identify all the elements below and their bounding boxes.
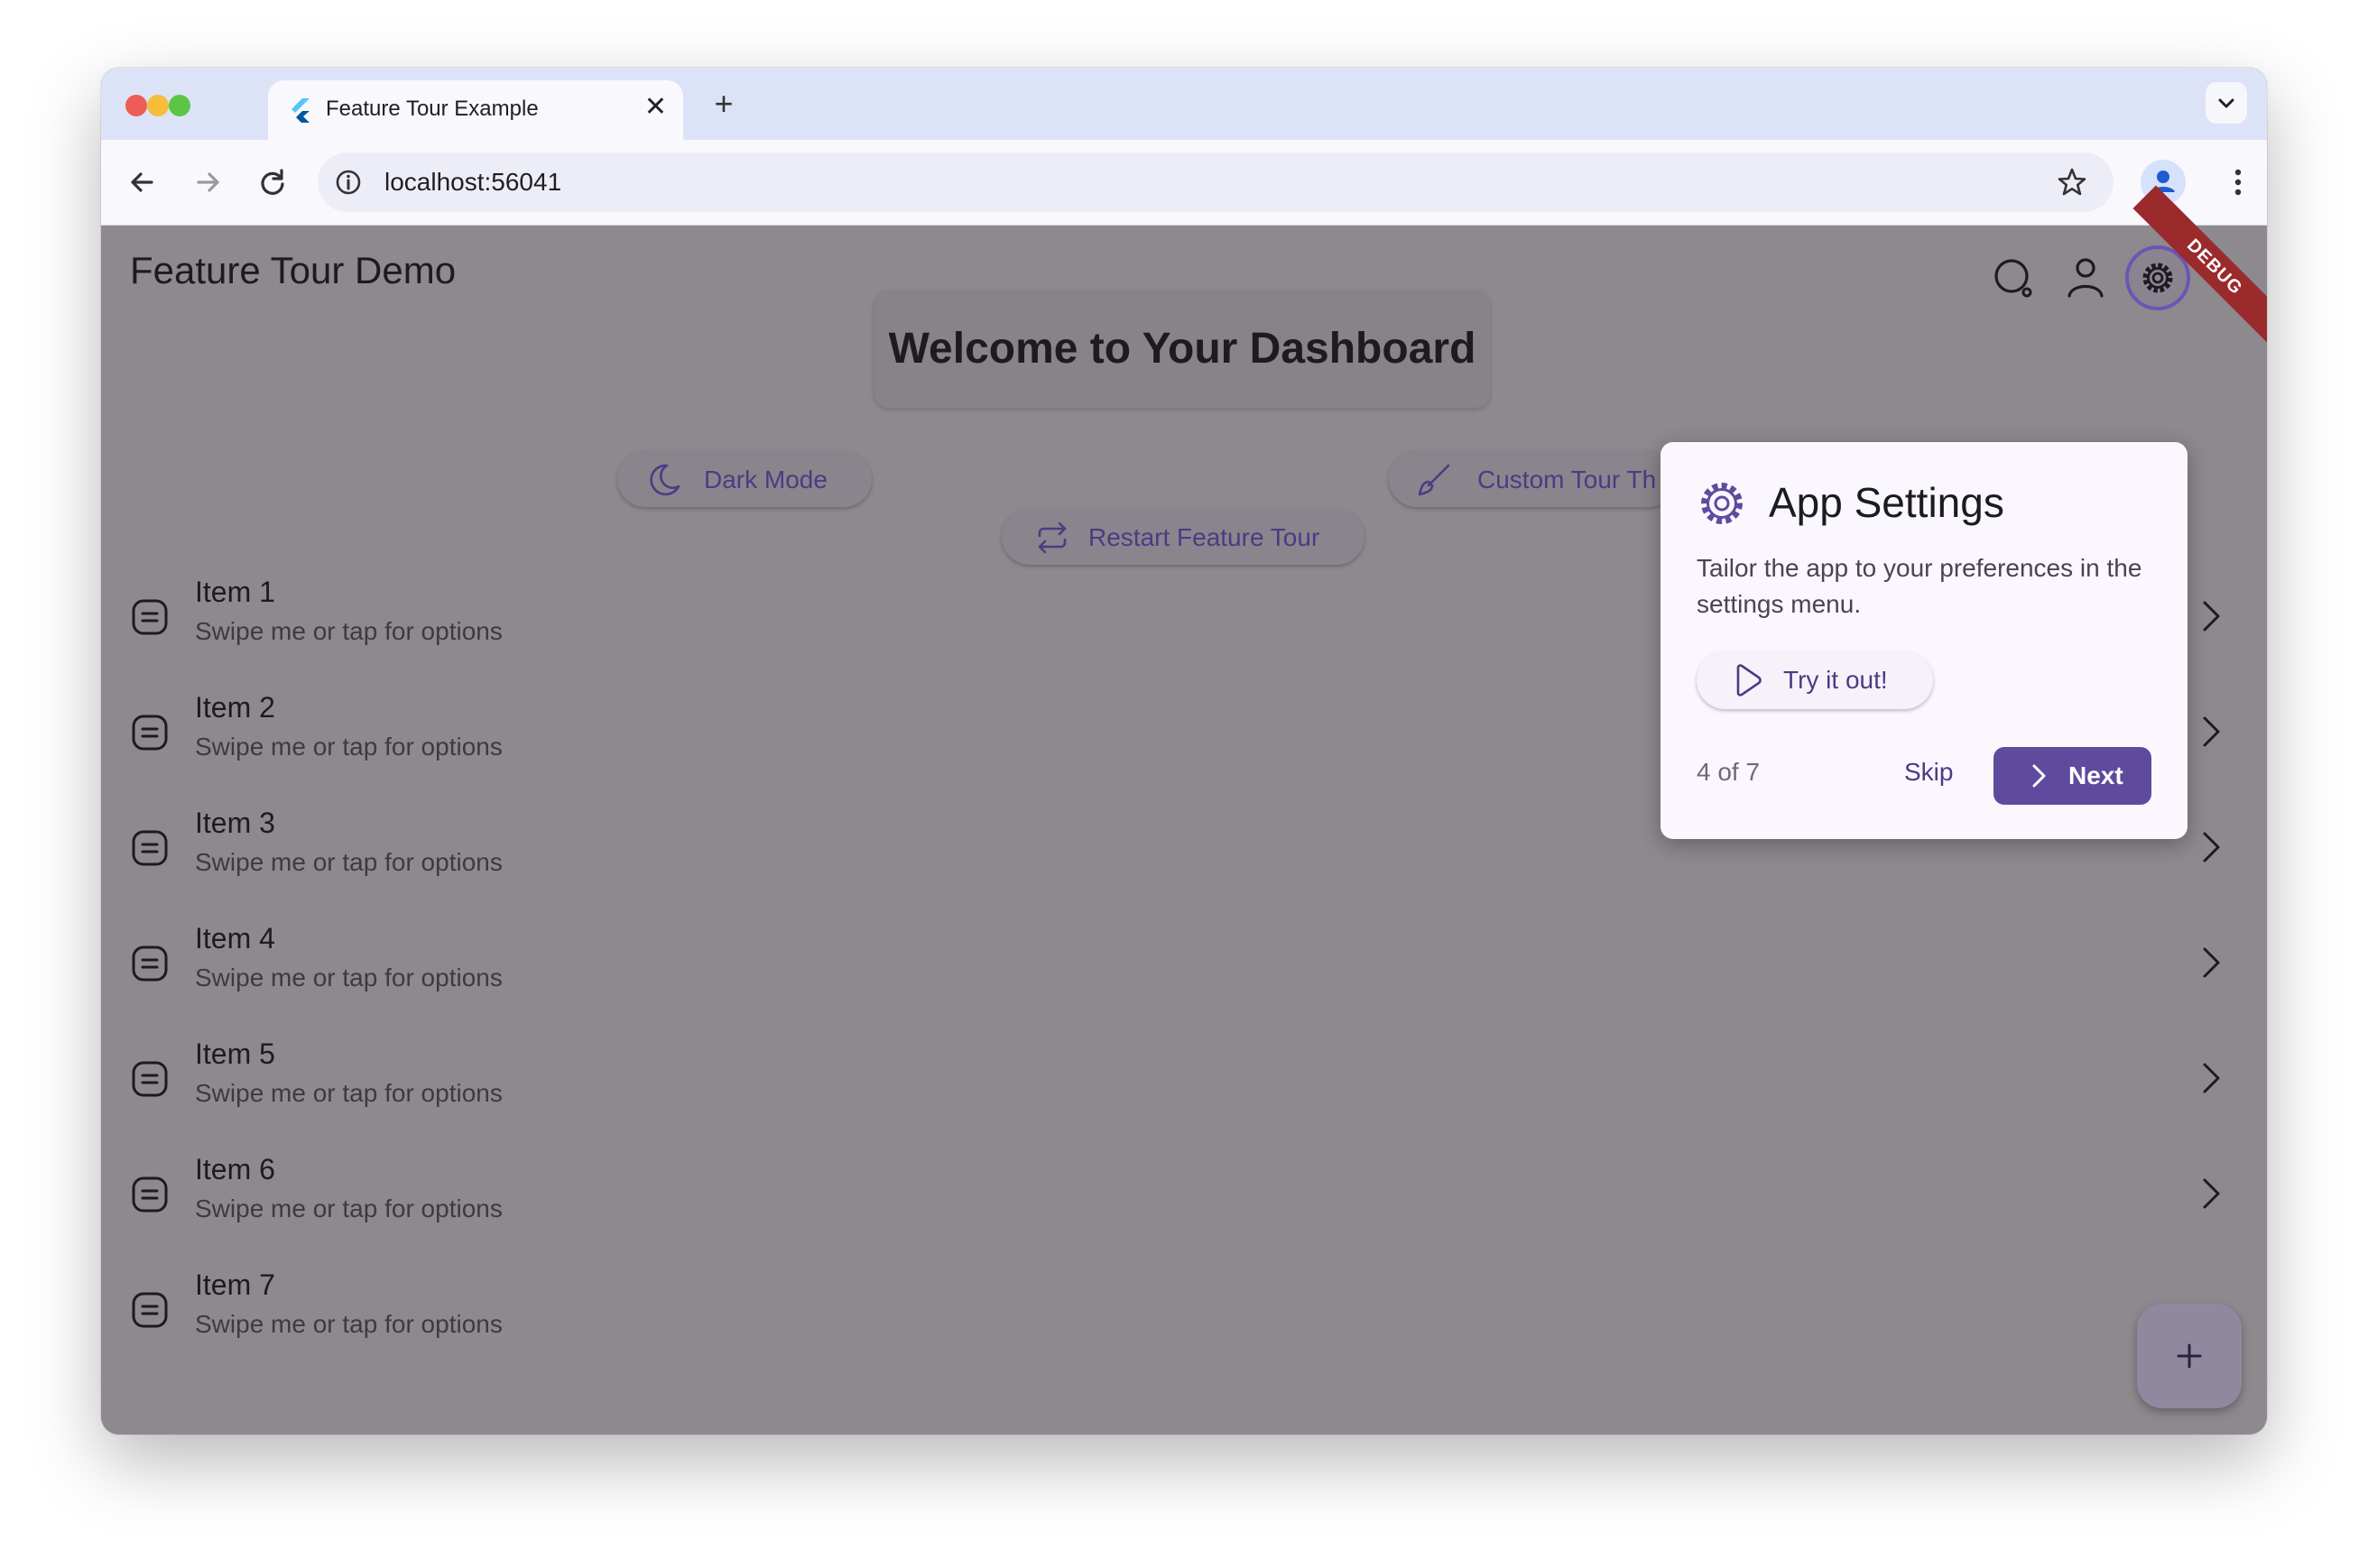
settings-icon [1701, 483, 1743, 524]
list-item-title: Item 4 [195, 922, 275, 955]
browser-toolbar: localhost:56041 [101, 140, 2267, 226]
play-icon [1736, 664, 1762, 696]
chevron-right-icon[interactable] [2189, 942, 2231, 983]
restart-tour-button[interactable]: Restart Feature Tour [1002, 509, 1364, 565]
info-icon[interactable] [334, 168, 363, 197]
note-icon [132, 1292, 168, 1328]
list-item-subtitle: Swipe me or tap for options [195, 1079, 503, 1107]
note-icon [132, 830, 168, 866]
list-item-subtitle: Swipe me or tap for options [195, 617, 503, 645]
chevron-right-icon[interactable] [2189, 826, 2231, 868]
list-item-subtitle: Swipe me or tap for options [195, 1310, 503, 1338]
note-icon [132, 715, 168, 751]
list-item-title: Item 6 [195, 1153, 275, 1185]
close-window-button[interactable] [125, 95, 147, 116]
note-icon [132, 599, 168, 635]
note-icon [132, 1061, 168, 1097]
next-label: Next [2068, 761, 2123, 789]
list-item[interactable]: Item 4 Swipe me or tap for options [101, 913, 2267, 1028]
feature-tour-popover: App Settings Tailor the app to your pref… [1660, 442, 2188, 839]
next-button[interactable]: Next [1993, 747, 2151, 805]
list-item-subtitle: Swipe me or tap for options [195, 733, 503, 761]
address-bar[interactable]: localhost:56041 [318, 152, 2114, 212]
app-viewport: Feature Tour Demo DEBUG Welcome to Your … [101, 185, 2267, 1434]
skip-button[interactable]: Skip [1904, 758, 1953, 787]
brush-icon [1418, 464, 1450, 496]
minimize-window-button[interactable] [147, 95, 169, 116]
note-icon [132, 945, 168, 982]
chevron-right-icon[interactable] [2189, 711, 2231, 752]
tab-strip: Feature Tour Example ✕ + [101, 68, 2267, 140]
tab-search-button[interactable] [2206, 82, 2247, 124]
tour-description: Tailor the app to your preferences in th… [1697, 554, 2142, 618]
forward-icon[interactable] [188, 162, 227, 202]
custom-tour-theme-label: Custom Tour Th [1477, 466, 1657, 493]
dark-mode-button[interactable]: Dark Mode [617, 451, 872, 507]
list-item[interactable]: Item 7 Swipe me or tap for options [101, 1259, 2267, 1375]
app-title: Feature Tour Demo [130, 249, 457, 291]
restart-tour-label: Restart Feature Tour [1088, 523, 1320, 551]
settings-icon [2142, 263, 2173, 293]
list-item-title: Item 1 [195, 576, 275, 608]
list-item[interactable]: Item 5 Swipe me or tap for options [101, 1028, 2267, 1144]
chevron-right-icon[interactable] [2189, 595, 2231, 637]
chevron-right-icon[interactable] [2189, 1057, 2231, 1099]
list-item-subtitle: Swipe me or tap for options [195, 1194, 503, 1222]
custom-tour-theme-button[interactable]: Custom Tour Th [1389, 451, 1678, 507]
list-item-subtitle: Swipe me or tap for options [195, 964, 503, 992]
tour-title: App Settings [1769, 479, 2004, 526]
list-item-title: Item 3 [195, 807, 275, 839]
more-vert-icon[interactable] [2218, 162, 2258, 202]
maximize-window-button[interactable] [169, 95, 190, 116]
moon-icon [650, 464, 680, 496]
add-fab[interactable] [2137, 1304, 2242, 1408]
chevron-right-icon [2032, 764, 2046, 788]
list-item-title: Item 2 [195, 691, 275, 724]
chevron-down-icon [2218, 98, 2234, 108]
dark-mode-label: Dark Mode [704, 466, 828, 493]
welcome-card: Welcome to Your Dashboard [874, 291, 1490, 408]
try-it-out-label: Try it out! [1783, 666, 1888, 694]
add-icon [2177, 1343, 2202, 1369]
back-icon[interactable] [123, 162, 162, 202]
flutter-icon [291, 98, 310, 123]
list-item-subtitle: Swipe me or tap for options [195, 848, 503, 876]
bookmark-star-icon[interactable] [2056, 166, 2088, 198]
try-it-out-button[interactable]: Try it out! [1697, 651, 1933, 709]
list-item-title: Item 7 [195, 1268, 275, 1301]
list-item[interactable]: Item 6 Swipe me or tap for options [101, 1144, 2267, 1259]
list-item-title: Item 5 [195, 1038, 275, 1070]
reload-icon[interactable] [253, 162, 292, 202]
search-icon[interactable] [1988, 253, 2039, 303]
repeat-icon [1038, 521, 1067, 554]
tour-step-counter: 4 of 7 [1697, 758, 1761, 786]
browser-window: Feature Tour Example ✕ + localhost:56041… [101, 68, 2267, 1434]
tab-title: Feature Tour Example [326, 97, 539, 121]
url-text[interactable]: localhost:56041 [384, 168, 561, 197]
tab-close-icon[interactable]: ✕ [644, 91, 667, 124]
welcome-heading: Welcome to Your Dashboard [888, 325, 1476, 373]
chevron-right-icon[interactable] [2189, 1173, 2231, 1214]
new-tab-button[interactable]: + [706, 86, 742, 122]
browser-tab[interactable]: Feature Tour Example ✕ [268, 80, 683, 140]
person-icon[interactable] [2060, 253, 2111, 303]
note-icon [132, 1176, 168, 1213]
